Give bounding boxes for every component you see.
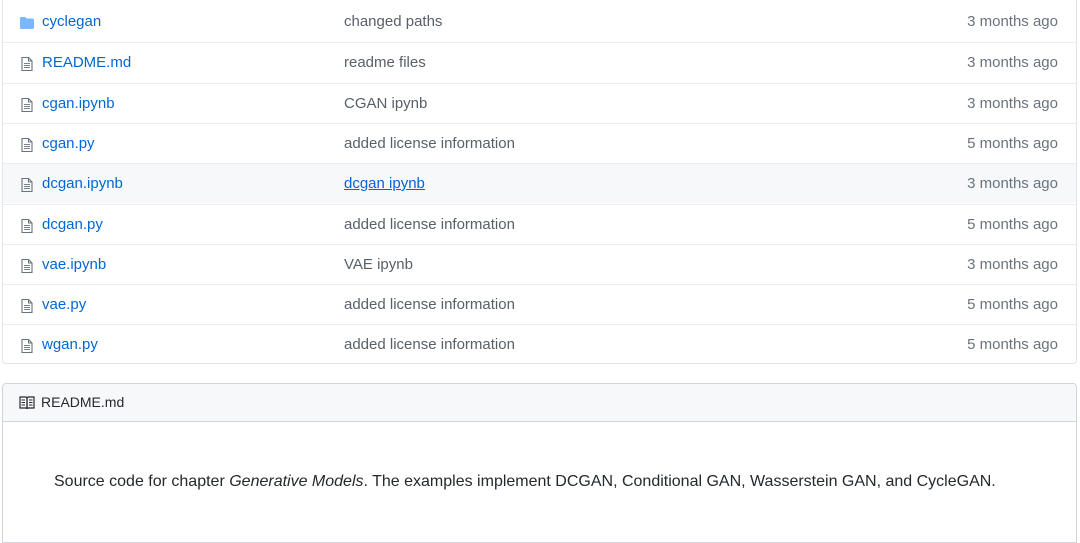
- file-icon: [21, 218, 33, 234]
- commit-age: 3 months ago: [967, 95, 1058, 112]
- file-row[interactable]: cyclegan changed paths 3 months ago: [3, 2, 1076, 42]
- file-link[interactable]: dcgan.ipynb: [42, 175, 123, 192]
- file-row[interactable]: vae.ipynb VAE ipynb 3 months ago: [3, 244, 1076, 284]
- file-link[interactable]: dcgan.py: [42, 216, 103, 233]
- readme-title[interactable]: README.md: [41, 394, 124, 410]
- file-icon: [21, 338, 33, 354]
- commit-message[interactable]: added license information: [344, 135, 515, 152]
- file-link[interactable]: README.md: [42, 54, 131, 71]
- file-link[interactable]: cgan.ipynb: [42, 95, 115, 112]
- file-icon: [21, 298, 33, 314]
- readme-text-emphasis: Generative Models: [229, 473, 364, 490]
- commit-message[interactable]: added license information: [344, 296, 515, 313]
- file-link[interactable]: vae.py: [42, 296, 86, 313]
- commit-age: 5 months ago: [967, 296, 1058, 313]
- file-row[interactable]: wgan.py added license information 5 months…: [3, 324, 1076, 364]
- file-link[interactable]: cgan.py: [42, 135, 95, 152]
- commit-message[interactable]: VAE ipynb: [344, 256, 413, 273]
- commit-age: 5 months ago: [967, 336, 1058, 353]
- commit-message[interactable]: added license information: [344, 216, 515, 233]
- file-icon: [21, 258, 33, 274]
- commit-message[interactable]: CGAN ipynb: [344, 95, 427, 112]
- file-icon: [21, 137, 33, 153]
- file-list: cyclegan changed paths 3 months ago README.…: [2, 0, 1077, 364]
- file-row[interactable]: README.md readme files 3 months ago: [3, 42, 1076, 82]
- commit-age: 3 months ago: [967, 256, 1058, 273]
- file-row[interactable]: dcgan.py added license information 5 month…: [3, 204, 1076, 244]
- file-icon: [21, 56, 33, 72]
- file-icon: [21, 97, 33, 113]
- commit-message[interactable]: readme files: [344, 54, 426, 71]
- commit-age: 3 months ago: [967, 54, 1058, 71]
- file-row[interactable]: vae.py added license information 5 months …: [3, 284, 1076, 324]
- commit-message[interactable]: added license information: [344, 336, 515, 353]
- file-icon: [21, 177, 33, 193]
- book-icon: [19, 396, 35, 410]
- file-row[interactable]: cgan.py added license information 5 months…: [3, 123, 1076, 163]
- readme-description: Source code for chapter Generative Model…: [54, 468, 1014, 495]
- commit-message[interactable]: changed paths: [344, 13, 442, 30]
- file-link[interactable]: wgan.py: [42, 336, 98, 353]
- file-row[interactable]: cgan.ipynb CGAN ipynb 3 months ago: [3, 83, 1076, 123]
- readme-panel: README.md Source code for chapter Genera…: [2, 383, 1077, 543]
- readme-text-before: Source code for chapter: [54, 473, 230, 490]
- commit-age: 3 months ago: [967, 175, 1058, 192]
- folder-icon: [20, 17, 34, 29]
- commit-message[interactable]: dcgan ipynb: [344, 175, 425, 192]
- readme-text-after: . The examples implement DCGAN, Conditio…: [363, 473, 996, 490]
- commit-age: 3 months ago: [967, 13, 1058, 30]
- readme-header: README.md: [3, 384, 1076, 422]
- file-row[interactable]: dcgan.ipynb dcgan ipynb 3 months ago: [3, 163, 1076, 203]
- commit-age: 5 months ago: [967, 135, 1058, 152]
- commit-age: 5 months ago: [967, 216, 1058, 233]
- folder-link[interactable]: cyclegan: [42, 13, 101, 30]
- file-link[interactable]: vae.ipynb: [42, 256, 106, 273]
